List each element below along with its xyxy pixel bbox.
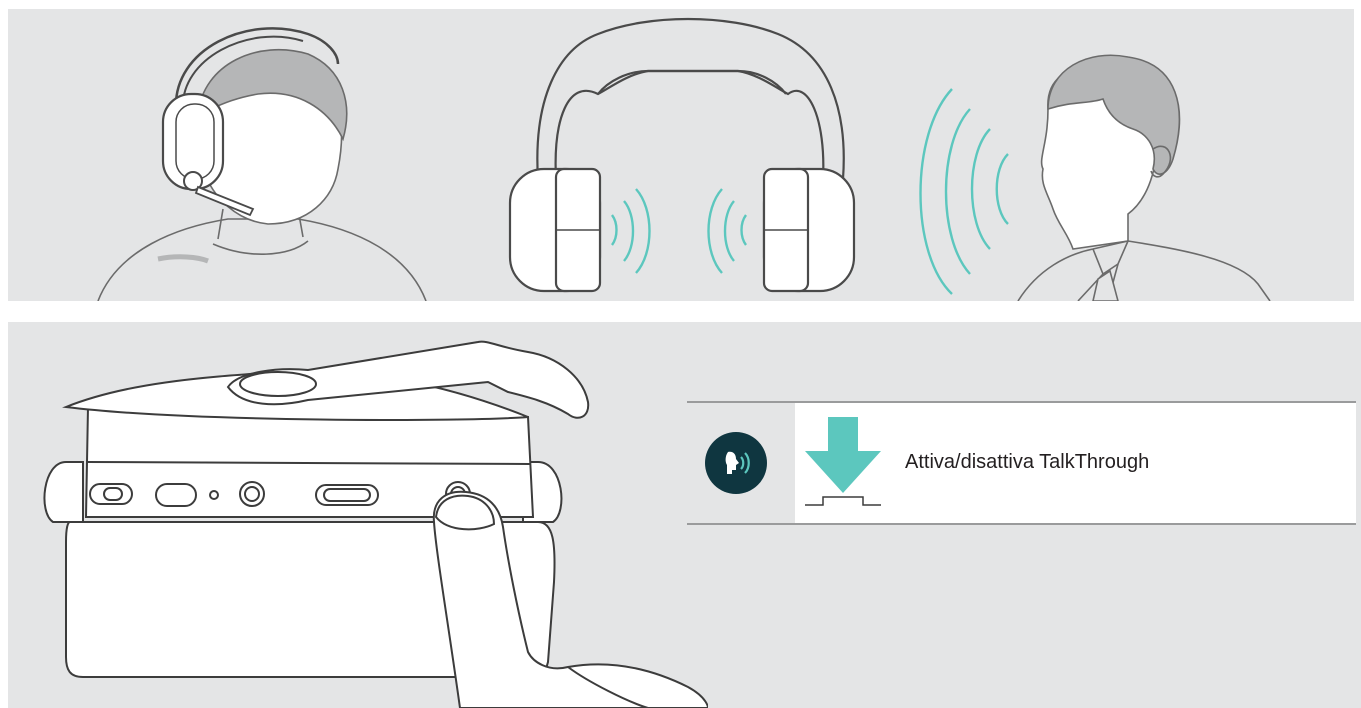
button-press-arrow-icon [805, 417, 881, 506]
icon-cell [687, 403, 795, 523]
instruction-content: Attiva/disattiva TalkThrough [795, 403, 1356, 523]
action-label: Attiva/disattiva TalkThrough [905, 451, 1150, 473]
instruction-row: Attiva/disattiva TalkThrough [687, 401, 1356, 525]
talkthrough-icon [705, 432, 767, 494]
talkthrough-scene-panel [8, 9, 1354, 301]
speaking-person-illustration [919, 54, 1271, 301]
headset-button-press-illustration [43, 340, 708, 708]
user-wearing-headset-illustration [97, 27, 427, 301]
headset-talkthrough-illustration [508, 17, 856, 293]
